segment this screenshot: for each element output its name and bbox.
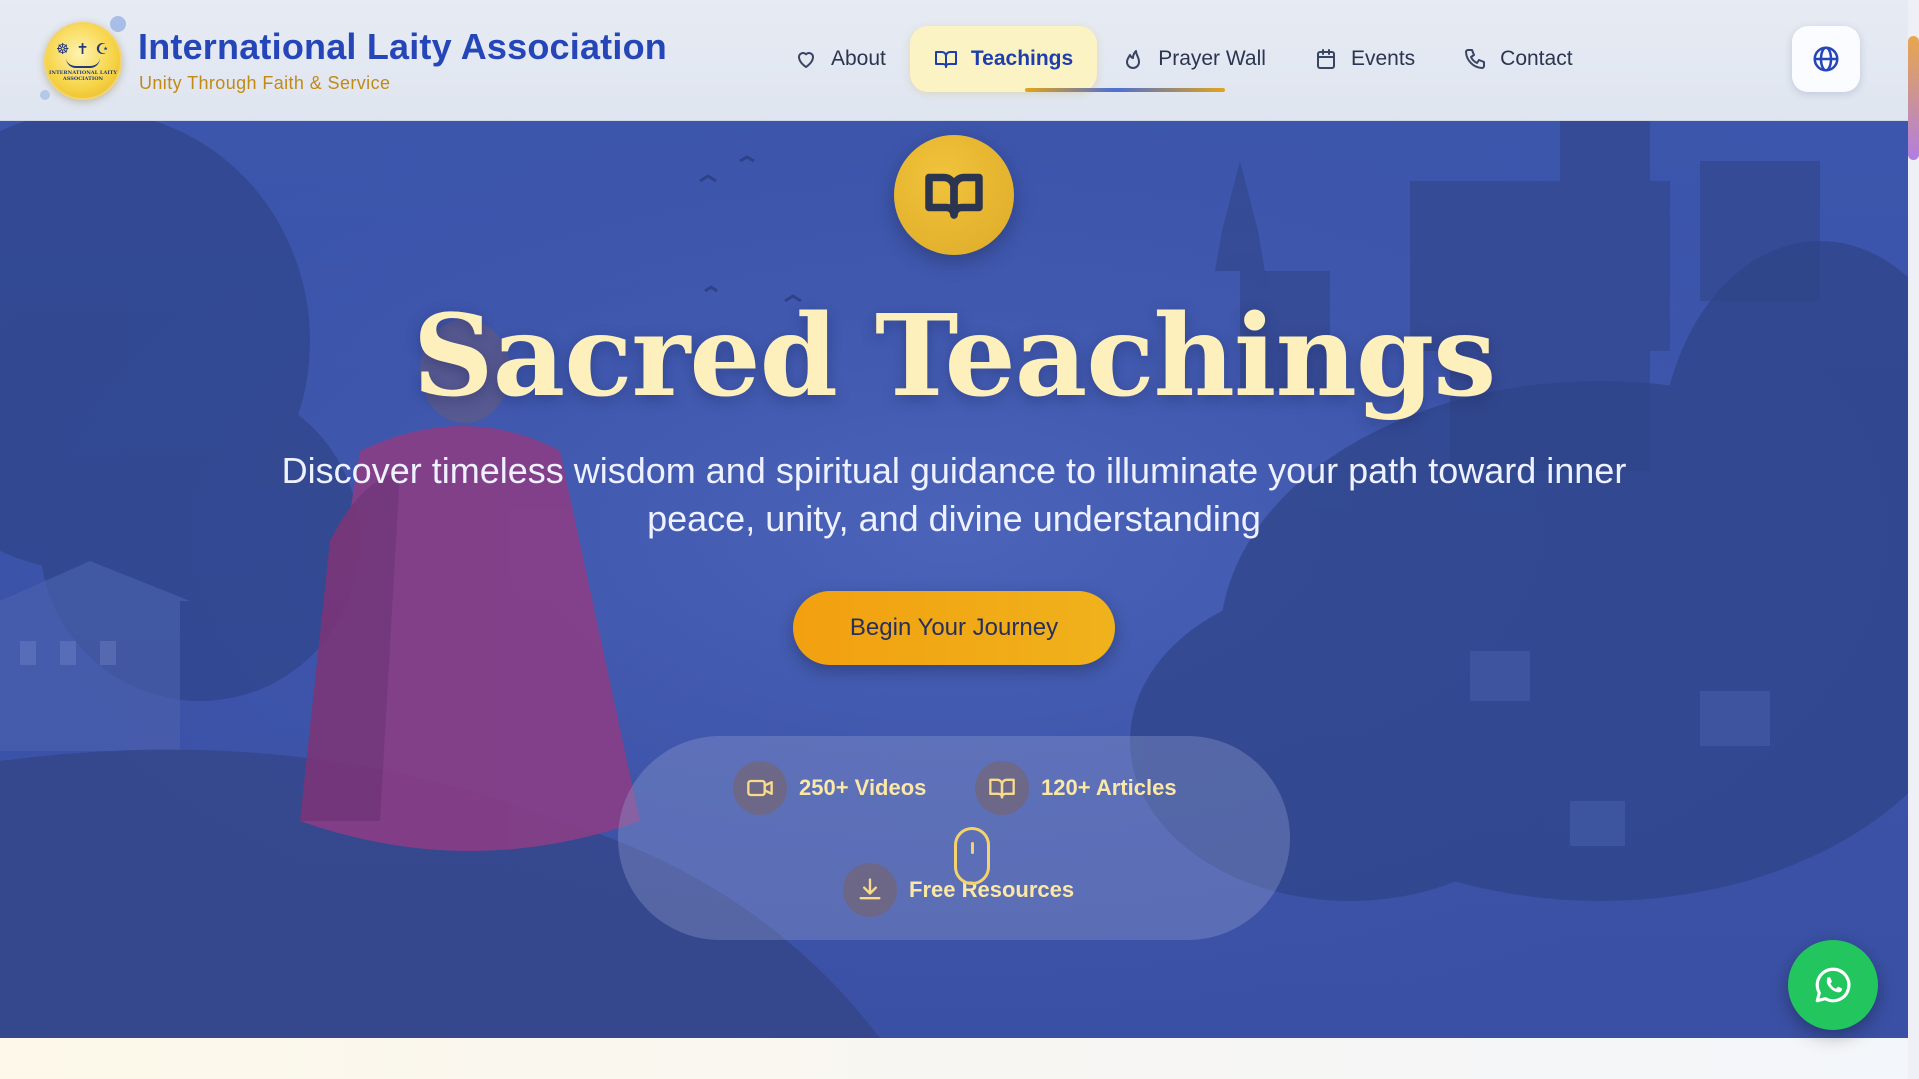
site-title[interactable]: International Laity Association <box>138 26 667 68</box>
whatsapp-icon <box>1815 967 1851 1003</box>
logo[interactable]: ☸ ✝ ☪ INTERNATIONAL LAITY ASSOCIATION <box>40 16 126 100</box>
flame-icon <box>1126 50 1141 69</box>
main-nav: About Teachings Prayer Wall Events Conta… <box>770 26 1597 92</box>
nav-item-teachings[interactable]: Teachings <box>909 26 1098 92</box>
logo-emblem: ☸ ✝ ☪ INTERNATIONAL LAITY ASSOCIATION <box>44 22 122 100</box>
book-open-icon <box>925 173 983 219</box>
logo-decor-dot <box>110 16 126 32</box>
language-button[interactable] <box>1792 26 1860 92</box>
stat-icon-wrap <box>733 761 787 815</box>
stat-icon-wrap <box>843 863 897 917</box>
begin-journey-button[interactable]: Begin Your Journey <box>793 591 1115 665</box>
nav-item-contact[interactable]: Contact <box>1439 26 1596 92</box>
download-icon <box>859 878 881 900</box>
phone-icon <box>1465 49 1486 69</box>
page-scrollbar[interactable] <box>1908 0 1919 1079</box>
scroll-indicator[interactable] <box>954 827 990 885</box>
teachings-emblem <box>894 135 1014 255</box>
nav-item-label: About <box>831 47 886 70</box>
page-scrollbar-thumb[interactable] <box>1908 36 1919 160</box>
whatsapp-button[interactable] <box>1788 940 1878 1030</box>
logo-decor-dot <box>40 90 50 100</box>
logo-symbols: ☸ ✝ ☪ <box>56 39 110 58</box>
stat-label: 250+ Videos <box>799 775 927 800</box>
logo-book-mark <box>66 58 100 68</box>
video-icon <box>747 779 773 797</box>
heart-icon <box>798 52 814 68</box>
hero-description: Discover timeless wisdom and spiritual g… <box>281 450 1627 539</box>
site-header: ☸ ✝ ☪ INTERNATIONAL LAITY ASSOCIATION In… <box>0 0 1908 121</box>
globe-icon <box>1813 46 1839 72</box>
site-tagline: Unity Through Faith & Service <box>139 73 391 93</box>
active-nav-indicator <box>1025 88 1225 92</box>
logo-text: INTERNATIONAL LAITY ASSOCIATION <box>49 69 117 82</box>
hero-title: Sacred Teachings <box>412 291 1497 422</box>
stat-videos[interactable]: 250+ Videos <box>733 761 926 815</box>
nav-item-events[interactable]: Events <box>1290 26 1439 92</box>
stat-label: 120+ Articles <box>1041 775 1177 800</box>
nav-item-label: Prayer Wall <box>1158 47 1266 70</box>
next-section-edge <box>0 1038 1908 1079</box>
book-open-icon <box>989 778 1015 799</box>
hero-section: Sacred Teachings Discover timeless wisdo… <box>0 121 1908 1038</box>
book-open-icon <box>934 51 957 68</box>
stats-panel: 250+ Videos 120+ Articles Free Resources <box>618 736 1290 940</box>
stat-label: Free Resources <box>909 877 1075 902</box>
stat-icon-wrap <box>975 761 1029 815</box>
nav-item-label: Teachings <box>970 47 1074 70</box>
nav-item-label: Events <box>1350 47 1416 70</box>
stat-articles[interactable]: 120+ Articles <box>975 761 1177 815</box>
nav-item-prayer-wall[interactable]: Prayer Wall <box>1097 26 1290 92</box>
calendar-icon <box>1316 49 1335 69</box>
nav-item-label: Contact <box>1500 47 1573 70</box>
nav-item-about[interactable]: About <box>770 26 910 92</box>
